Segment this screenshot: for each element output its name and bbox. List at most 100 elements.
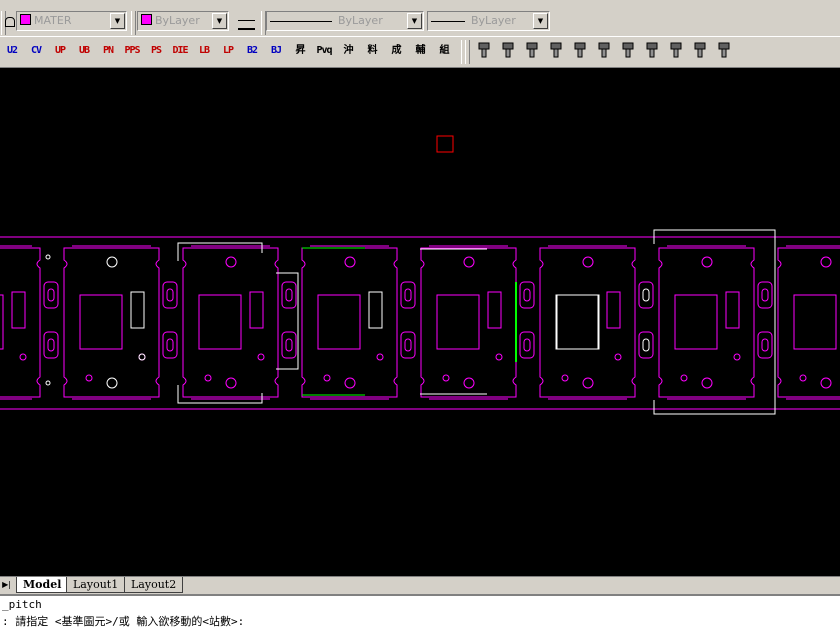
- part-slot: [11, 291, 26, 329]
- pickbox-cursor: [436, 135, 454, 153]
- pilot-hole: [463, 377, 475, 389]
- punch-outline: [177, 385, 263, 404]
- toolbar-button-12[interactable]: BJ: [266, 41, 286, 61]
- tab-label: Layout1: [73, 578, 119, 591]
- bridge-tab: [400, 331, 416, 359]
- bridge-slot: [523, 288, 531, 302]
- auxiliary-icon[interactable]: [714, 41, 734, 61]
- small-hole: [733, 353, 741, 361]
- toolbar-grip[interactable]: [131, 11, 136, 35]
- pilot-hole: [344, 377, 356, 389]
- small-hole: [85, 374, 93, 382]
- bridge-slot: [166, 288, 174, 302]
- part-window: [436, 294, 480, 350]
- plate-icon[interactable]: [642, 41, 662, 61]
- bridge-tab: [162, 281, 178, 309]
- bridge-tab: [43, 331, 59, 359]
- toolbar-button-9[interactable]: LB: [194, 41, 214, 61]
- part-outline: [658, 247, 755, 398]
- custom-toolbar: U2 CV UP UB PN PPS PS DIE LB LP B2 BJ 昇 Pvq 沖料成輔組: [0, 37, 840, 68]
- part-slot: [725, 291, 740, 329]
- pilot-hole: [225, 256, 237, 268]
- part-window: [0, 294, 4, 350]
- toolbar-button-2[interactable]: CV: [26, 41, 46, 61]
- bridge-slot: [761, 288, 769, 302]
- frame-icon[interactable]: [666, 41, 686, 61]
- toolbar-button-13[interactable]: 昇: [290, 41, 310, 61]
- toolbar-button-3[interactable]: UP: [50, 41, 70, 61]
- layer-combo[interactable]: MATER ▼: [16, 11, 127, 31]
- layer-toolbar: MATER ▼ ByLayer ▼ ByLayer ▼ ByLayer ▼: [0, 8, 840, 37]
- tab-scroll-icon[interactable]: ▶|: [1, 579, 12, 591]
- toolbar-button-18[interactable]: 輔: [410, 41, 430, 61]
- tab-model[interactable]: Model: [16, 577, 69, 593]
- chevron-down-icon[interactable]: ▼: [110, 13, 125, 29]
- bridge-slot: [761, 338, 769, 352]
- part-window: [793, 294, 837, 350]
- color-combo[interactable]: ByLayer ▼: [137, 11, 229, 31]
- lineweight-combo-value: ByLayer: [471, 14, 516, 27]
- toolbar-button-15[interactable]: 沖: [338, 41, 358, 61]
- punch-pins-icon[interactable]: [522, 41, 542, 61]
- toolbar-button-6[interactable]: PPS: [122, 41, 142, 61]
- bridge-tab: [638, 331, 654, 359]
- toolbar-button-1[interactable]: U2: [2, 41, 22, 61]
- part-outline: [539, 247, 636, 398]
- toolbar-button-4[interactable]: UB: [74, 41, 94, 61]
- part-slot: [249, 291, 264, 329]
- lineweight-icon[interactable]: [238, 20, 255, 30]
- pilot-dot: [138, 353, 146, 361]
- punch-icon[interactable]: [474, 41, 494, 61]
- bridge-tab: [519, 281, 535, 309]
- chevron-down-icon[interactable]: ▼: [212, 13, 227, 29]
- chevron-down-icon[interactable]: ▼: [533, 13, 548, 29]
- layer-combo-value: MATER: [34, 14, 72, 27]
- small-hole: [442, 374, 450, 382]
- toolbar-button-16[interactable]: 料: [362, 41, 382, 61]
- layers-icon[interactable]: [594, 41, 614, 61]
- punch-icon[interactable]: [498, 41, 518, 61]
- bridge-slot: [285, 338, 293, 352]
- toolbar-button-19[interactable]: 組: [434, 41, 454, 61]
- toolbar-button-10[interactable]: LP: [218, 41, 238, 61]
- drawing-canvas[interactable]: [0, 68, 840, 576]
- toolbar-button-14[interactable]: Pvq: [314, 41, 334, 61]
- bridge-tab: [638, 281, 654, 309]
- bridge-tab: [757, 331, 773, 359]
- bridge-slot: [642, 288, 650, 302]
- linetype-combo-value: ByLayer: [338, 14, 383, 27]
- bridge-slot: [404, 338, 412, 352]
- part-outline: [777, 247, 840, 398]
- command-prompt-line[interactable]: : 請指定 <基準圖元>/或 輸入欲移動的<站數>:: [2, 613, 244, 629]
- lineweight-combo[interactable]: ByLayer ▼: [427, 11, 550, 31]
- toolbar-button-8[interactable]: DIE: [170, 41, 190, 61]
- toolbar-button-5[interactable]: PN: [98, 41, 118, 61]
- tool-icon[interactable]: [690, 41, 710, 61]
- small-hole: [799, 374, 807, 382]
- tab-layout1[interactable]: Layout1: [66, 577, 126, 593]
- bridge-slot: [285, 288, 293, 302]
- toolbar-button-17[interactable]: 成: [386, 41, 406, 61]
- pilot-hole: [463, 256, 475, 268]
- lp-icon[interactable]: [570, 41, 590, 61]
- tab-layout2[interactable]: Layout2: [124, 577, 184, 593]
- small-hole: [257, 353, 265, 361]
- part-outline: [63, 247, 160, 398]
- small-hole: [680, 374, 688, 382]
- pilot-dot: [45, 254, 51, 260]
- pilot-hole: [106, 256, 118, 268]
- chevron-down-icon[interactable]: ▼: [407, 13, 422, 29]
- linetype-combo[interactable]: ByLayer ▼: [266, 11, 424, 31]
- toolbar-button-11[interactable]: B2: [242, 41, 262, 61]
- part-icon[interactable]: [618, 41, 638, 61]
- toolbar-button-7[interactable]: PS: [146, 41, 166, 61]
- part-window: [317, 294, 361, 350]
- command-window[interactable]: _pitch : 請指定 <基準圖元>/或 輸入欲移動的<站數>:: [0, 594, 840, 630]
- bridge-slot: [523, 338, 531, 352]
- stripper-icon[interactable]: [546, 41, 566, 61]
- pilot-hole: [344, 256, 356, 268]
- bridge-tab: [757, 281, 773, 309]
- toolbar-grip[interactable]: [465, 40, 470, 64]
- small-hole: [204, 374, 212, 382]
- pilot-hole: [701, 377, 713, 389]
